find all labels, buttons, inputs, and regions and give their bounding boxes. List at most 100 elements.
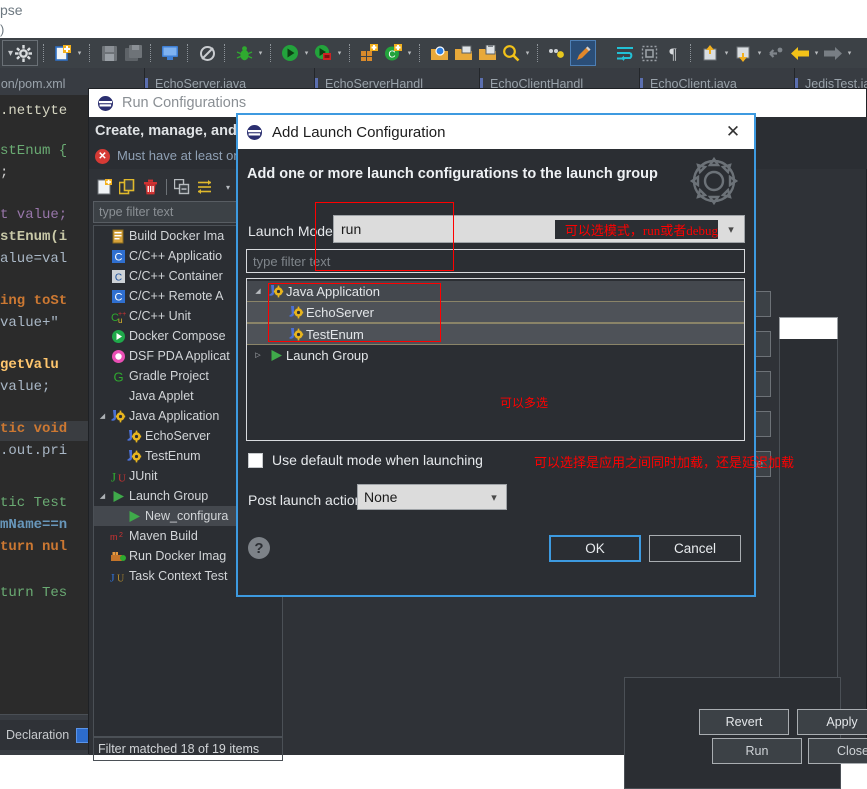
tree-row-label: Java Application: [129, 409, 220, 423]
collapse-all-icon[interactable]: [171, 177, 193, 197]
search-icon[interactable]: [500, 42, 522, 64]
coverage-icon[interactable]: [546, 42, 568, 64]
run-button[interactable]: Run: [712, 738, 802, 764]
use-default-mode-checkbox[interactable]: [248, 452, 263, 468]
post-launch-action-label: Post launch action:: [248, 492, 367, 508]
code-line: stEnum {: [0, 143, 68, 159]
new-wizard-icon[interactable]: [52, 42, 74, 64]
expand-twisty-icon[interactable]: ◢: [96, 492, 109, 500]
code-line: .nettyte: [0, 103, 68, 119]
new-java-project-icon[interactable]: [358, 42, 380, 64]
svg-text:¶: ¶: [669, 46, 677, 62]
chevron-down-icon[interactable]: ▾: [302, 42, 311, 64]
revert-button[interactable]: Revert: [699, 709, 789, 735]
toolbar-separator: [150, 44, 153, 62]
toolbar-separator: [187, 44, 190, 62]
toolbar-separator: [224, 44, 227, 62]
skip-breakpoints-icon[interactable]: [196, 42, 218, 64]
external-tools-icon[interactable]: [312, 42, 334, 64]
maven-icon: m2: [109, 528, 127, 544]
cancel-button[interactable]: Cancel: [649, 535, 741, 562]
tree-row-label: Gradle Project: [129, 369, 209, 383]
dialog-titlebar: Add Launch Configuration ✕: [238, 115, 754, 149]
junit-icon: JU: [109, 468, 127, 484]
new-class-icon[interactable]: C: [382, 42, 404, 64]
run-configurations-title: Run Configurations: [122, 95, 247, 111]
ok-button[interactable]: OK: [549, 535, 641, 562]
java-application-icon: [125, 428, 143, 444]
last-edit-location-icon[interactable]: [765, 42, 787, 64]
gear-icon[interactable]: [15, 44, 33, 62]
duplicate-icon[interactable]: [116, 177, 138, 197]
svg-text:m: m: [110, 532, 118, 542]
dialog-tree-row[interactable]: ▷ Launch Group: [247, 345, 744, 365]
apply-button[interactable]: Apply: [797, 709, 867, 735]
dialog-configuration-tree[interactable]: ◢ Java Application EchoServer TestEnum ▷ Laun…: [246, 278, 745, 441]
chevron-down-icon[interactable]: ▾: [722, 42, 731, 64]
tree-row-label: TestEnum: [145, 449, 201, 463]
toggle-word-wrap-icon[interactable]: [614, 42, 636, 64]
dialog-filter-input[interactable]: type filter text: [246, 249, 745, 273]
help-button[interactable]: ?: [248, 537, 270, 559]
debug-icon[interactable]: [233, 42, 255, 64]
editor-tab-label: mmon/pom.xml: [0, 77, 66, 91]
task-context-icon: JU: [109, 568, 127, 584]
delete-icon[interactable]: [139, 177, 161, 197]
java-application-icon: [286, 327, 306, 342]
toggle-block-selection-icon[interactable]: [638, 42, 660, 64]
eclipse-logo-icon: [246, 124, 263, 141]
chevron-down-icon[interactable]: ▾: [405, 42, 414, 64]
tree-row-label: Java Applet: [129, 389, 194, 403]
open-type-icon[interactable]: [428, 42, 450, 64]
declaration-tab-label: Declaration: [6, 728, 70, 742]
chevron-down-icon[interactable]: ▾: [482, 491, 506, 504]
tree-row-label: C/C++ Container: [129, 269, 223, 283]
annotation-edit-icon[interactable]: [570, 40, 596, 66]
forward-icon[interactable]: [822, 42, 844, 64]
svg-text:U: U: [118, 472, 126, 484]
chevron-down-icon[interactable]: ▾: [812, 42, 821, 64]
dialog-tree-row[interactable]: EchoServer: [247, 301, 744, 323]
filter-icon[interactable]: [194, 177, 216, 197]
declaration-view-tab[interactable]: Declaration: [0, 720, 98, 750]
expand-twisty-icon[interactable]: ▷: [250, 351, 266, 359]
dialog-tree-row[interactable]: ◢ Java Application: [247, 281, 744, 301]
java-application-icon: [109, 408, 127, 424]
dialog-banner: Add one or more launch configurations to…: [238, 149, 754, 212]
previous-annotation-icon[interactable]: [732, 42, 754, 64]
dialog-banner-text: Add one or more launch configurations to…: [247, 166, 658, 182]
launch-mode-combo[interactable]: run 可以选模式，run或者debug ▾: [333, 215, 745, 243]
chevron-down-icon[interactable]: ▾: [8, 48, 13, 59]
run-icon[interactable]: [279, 42, 301, 64]
post-launch-action-combo[interactable]: None ▾: [357, 484, 507, 510]
save-icon[interactable]: [98, 42, 120, 64]
expand-twisty-icon[interactable]: ◢: [250, 287, 266, 295]
close-button[interactable]: Close: [808, 738, 867, 764]
console-icon[interactable]: [159, 42, 181, 64]
clipboard-icon[interactable]: [476, 42, 498, 64]
expand-twisty-icon[interactable]: ◢: [96, 412, 109, 420]
toolbar-separator: [43, 44, 46, 62]
launch-group-icon: [266, 348, 286, 363]
next-annotation-icon[interactable]: [699, 42, 721, 64]
tree-row-label: Maven Build: [129, 529, 198, 543]
toolbar-perspective-group[interactable]: ▾: [2, 40, 38, 66]
show-whitespace-icon[interactable]: ¶: [662, 42, 684, 64]
chevron-down-icon[interactable]: ▾: [845, 42, 854, 64]
dialog-tree-row[interactable]: TestEnum: [247, 323, 744, 345]
chevron-down-icon[interactable]: ▾: [523, 42, 532, 64]
chevron-down-icon[interactable]: ▾: [75, 42, 84, 64]
back-icon[interactable]: [789, 42, 811, 64]
new-launch-configuration-icon[interactable]: [93, 177, 115, 197]
add-launch-configuration-dialog[interactable]: Add Launch Configuration ✕ Add one or mo…: [236, 113, 794, 597]
name-field[interactable]: [779, 317, 838, 341]
open-resource-icon[interactable]: [452, 42, 474, 64]
chevron-down-icon[interactable]: ▾: [718, 223, 744, 236]
dialog-title: Add Launch Configuration: [272, 123, 446, 141]
use-default-mode-checkbox-row[interactable]: Use default mode when launching: [248, 452, 483, 468]
close-icon[interactable]: ✕: [720, 119, 746, 145]
save-all-icon[interactable]: [122, 42, 144, 64]
chevron-down-icon[interactable]: ▾: [256, 42, 265, 64]
chevron-down-icon[interactable]: ▾: [755, 42, 764, 64]
chevron-down-icon[interactable]: ▾: [335, 42, 344, 64]
